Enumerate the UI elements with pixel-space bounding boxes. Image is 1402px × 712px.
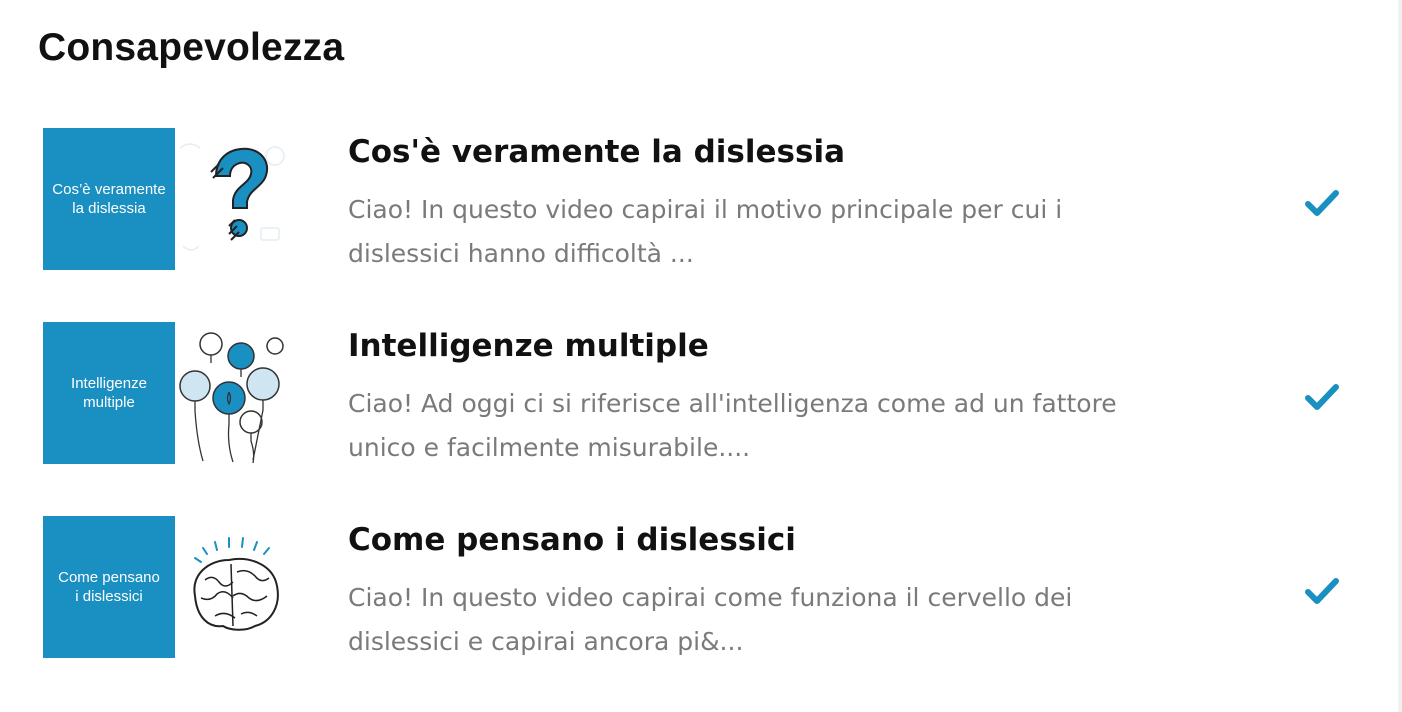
lesson-description: Ciao! In questo video capirai il motivo … <box>348 195 1063 268</box>
course-section: Consapevolezza Cos’è veramente la disles… <box>0 0 1402 712</box>
thumbnail-title-panel: Cos’è veramente la dislessia <box>43 128 175 270</box>
lesson-title[interactable]: Intelligenze multiple <box>348 328 709 364</box>
thumbnail-title-panel: Intelligenze multiple <box>43 322 175 464</box>
thumbnail-title-panel: Come pensano i dislessici <box>43 516 175 658</box>
lesson-description: Ciao! In questo video capirai come funzi… <box>348 583 1073 656</box>
check-icon <box>1305 384 1339 410</box>
thumbnail-title: Intelligenze multiple <box>71 375 147 411</box>
lesson-item[interactable]: Cos’è veramente la dislessia Cos'è veram… <box>43 128 1363 270</box>
scrollbar-track[interactable] <box>1398 0 1402 712</box>
check-icon <box>1305 578 1339 604</box>
lesson-thumbnail[interactable]: Come pensano i dislessici <box>43 516 288 658</box>
lesson-title[interactable]: Come pensano i dislessici <box>348 522 796 558</box>
lesson-title[interactable]: Cos'è veramente la dislessia <box>348 134 845 170</box>
check-icon <box>1305 190 1339 216</box>
thumbnail-title: Cos’è veramente la dislessia <box>52 181 166 217</box>
lesson-thumbnail[interactable]: Cos’è veramente la dislessia <box>43 128 288 270</box>
light-bulbs-icon <box>179 332 284 464</box>
question-mark-icon <box>179 143 285 251</box>
lesson-description: Ciao! Ad oggi ci si riferisce all'intell… <box>348 389 1117 462</box>
lesson-thumbnail[interactable]: Intelligenze multiple <box>43 322 288 464</box>
thumbnail-title: Come pensano i dislessici <box>58 569 160 605</box>
lesson-item[interactable]: Intelligenze multiple Intelligenze multi… <box>43 322 1363 464</box>
brain-icon <box>193 537 279 631</box>
section-title: Consapevolezza <box>38 26 345 69</box>
lesson-item[interactable]: Come pensano i dislessici Come pensano i… <box>43 516 1363 658</box>
